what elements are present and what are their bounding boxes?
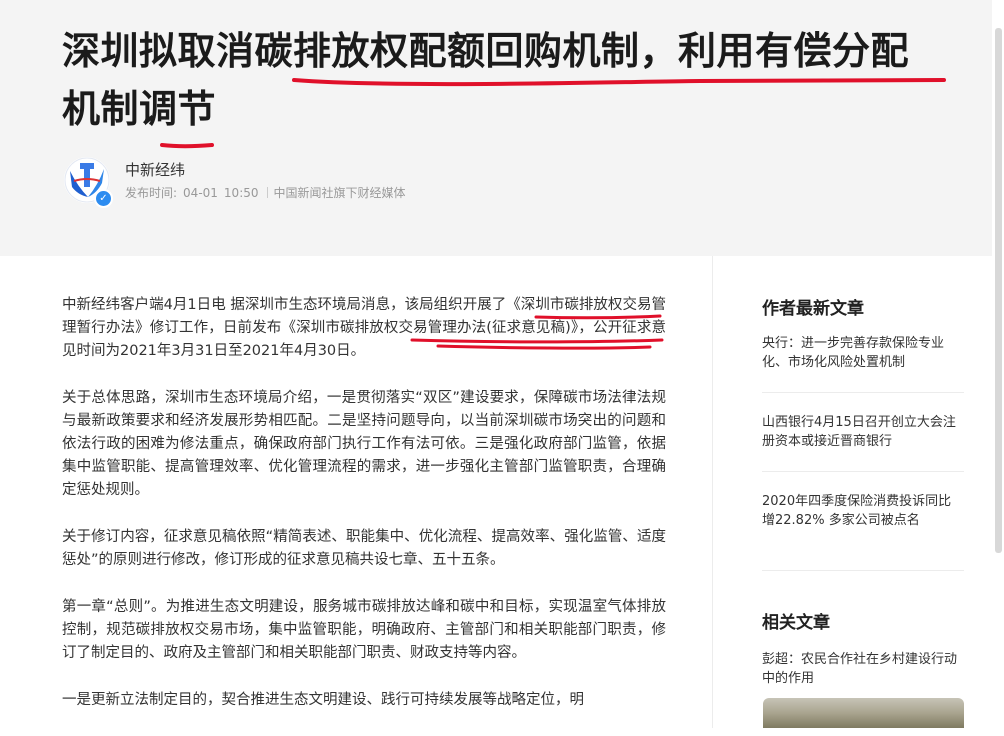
related-articles-heading: 相关文章 <box>762 613 830 633</box>
related-article-thumbnail[interactable] <box>763 698 964 728</box>
article-paragraph: 关于修订内容，征求意见稿依照“精简表述、职能集中、优化流程、提高效率、强化监管、… <box>62 529 666 568</box>
sidebar-divider <box>762 570 964 571</box>
article-paragraph: 一是更新立法制定目的，契合推进生态文明建设、践行可持续发展等战略定位，明 <box>62 692 584 708</box>
article-paragraph: 第一章“总则”。为推进生态文明建设，服务城市碳排放达峰和碳中和目标，实现温室气体… <box>62 599 666 661</box>
publish-date: 04-01 <box>183 186 218 200</box>
content-divider <box>712 256 713 728</box>
latest-article-link[interactable]: 央行：进一步完善存款保险专业化、市场化风险处置机制 <box>762 334 964 372</box>
scrollbar-thumb[interactable] <box>995 28 1002 553</box>
meta-divider <box>266 187 268 198</box>
publish-label: 发布时间: <box>125 186 178 200</box>
sidebar-divider <box>762 392 964 393</box>
article-paragraph: 中新经纬客户端4月1日电 据深圳市生态环境局消息，该局组织开展了《深圳市碳排放权… <box>62 297 666 359</box>
latest-article-link[interactable]: 2020年四季度保险消费投诉同比增22.82% 多家公司被点名 <box>762 492 964 530</box>
latest-articles-heading: 作者最新文章 <box>762 299 864 319</box>
author-name[interactable]: 中新经纬 <box>125 159 185 180</box>
publish-time: 10:50 <box>223 186 259 200</box>
publish-meta: 发布时间: 04-01 10:50 中国新闻社旗下财经媒体 <box>125 184 412 201</box>
source-description: 中国新闻社旗下财经媒体 <box>273 186 406 200</box>
related-article-link[interactable]: 彭超：农民合作社在乡村建设行动中的作用 <box>762 650 964 688</box>
sidebar-divider <box>762 471 964 472</box>
article-body: 中新经纬客户端4月1日电 据深圳市生态环境局消息，该局组织开展了《深圳市碳排放权… <box>62 294 666 736</box>
article-title: 深圳拟取消碳排放权配额回购机制，利用有偿分配 机制调节 <box>62 29 910 131</box>
article-paragraph: 关于总体思路，深圳市生态环境局介绍，一是贯彻落实“双区”建设要求，保障碳市场法律… <box>62 390 666 498</box>
article-header: 深圳拟取消碳排放权配额回购机制，利用有偿分配 机制调节 ✓ 中新经纬 发布时间:… <box>0 0 992 256</box>
verified-badge-icon: ✓ <box>94 189 113 208</box>
latest-article-link[interactable]: 山西银行4月15日召开创立大会注册资本或接近晋商银行 <box>762 413 964 451</box>
